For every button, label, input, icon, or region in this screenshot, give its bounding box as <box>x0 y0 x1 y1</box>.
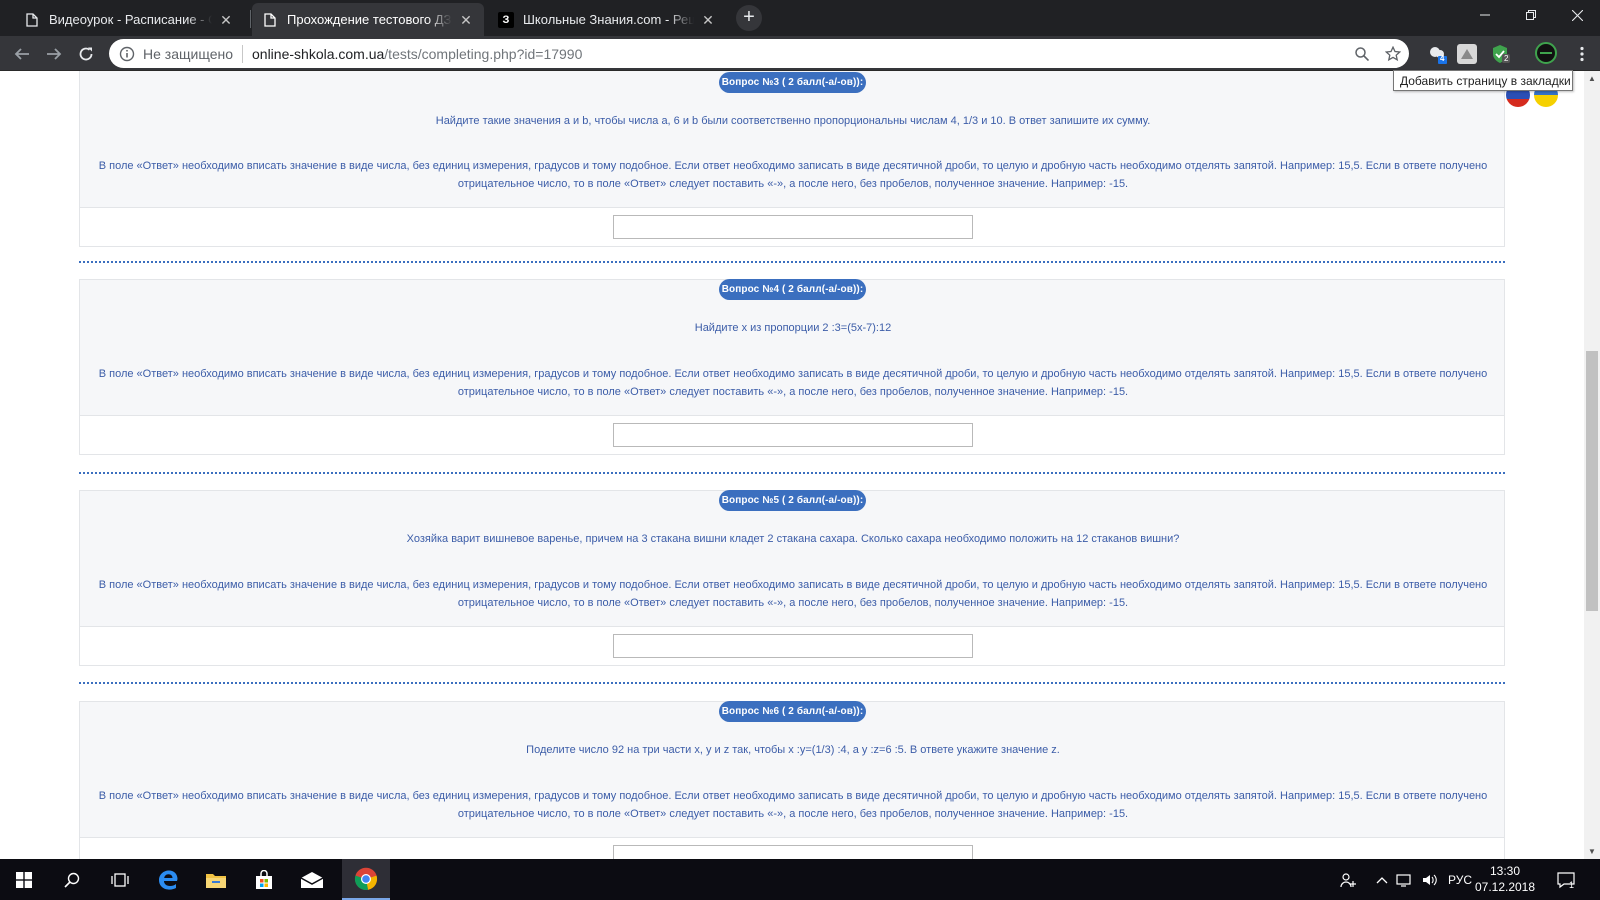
question-divider <box>79 261 1505 263</box>
omnibox-separator <box>242 44 243 63</box>
reload-icon[interactable] <box>72 40 100 68</box>
notification-count: 1 <box>1569 879 1575 890</box>
document-icon <box>262 12 278 28</box>
windows-taskbar: РУС 13:30 07.12.2018 1 <box>0 859 1600 900</box>
question-badge: Вопрос №4 ( 2 балл(-а/-ов)): <box>719 279 866 300</box>
store-icon[interactable] <box>240 859 288 900</box>
input-language[interactable]: РУС <box>1448 859 1472 900</box>
action-center-icon[interactable]: 1 <box>1556 859 1581 900</box>
question-card: Вопрос №6 ( 2 балл(-а/-ов)): Поделите чи… <box>79 701 1505 838</box>
close-window-icon[interactable] <box>1554 0 1600 30</box>
system-clock[interactable]: 13:30 07.12.2018 <box>1472 863 1538 895</box>
task-view-icon[interactable] <box>96 859 144 900</box>
file-explorer-icon[interactable] <box>192 859 240 900</box>
menu-icon[interactable] <box>1568 40 1596 68</box>
page-content: Вопрос №3 ( 2 балл(-а/-ов)): Найдите так… <box>0 71 1584 859</box>
profile-avatar[interactable] <box>1535 42 1557 64</box>
zoom-icon[interactable] <box>1353 45 1371 63</box>
question-card: Вопрос №4 ( 2 балл(-а/-ов)): Найдите x и… <box>79 279 1505 416</box>
forward-icon[interactable] <box>40 40 68 68</box>
document-icon <box>24 12 40 28</box>
shield-badge: 2 <box>1502 54 1511 63</box>
answer-input[interactable] <box>613 215 973 239</box>
question-instruction: В поле «Ответ» необходимо вписать значен… <box>98 790 1488 820</box>
tray-expand-icon[interactable] <box>1376 859 1388 900</box>
tab-test-homework[interactable]: Прохождение тестового ДЗ - Онлайн ✕ <box>252 3 484 36</box>
tab-znanija[interactable]: З Школьные Знания.com - Решаем ✕ <box>488 3 726 36</box>
question-card: Вопрос №3 ( 2 балл(-а/-ов)): Найдите так… <box>79 71 1505 208</box>
answer-input[interactable] <box>613 634 973 658</box>
tab-close-icon[interactable]: ✕ <box>700 12 716 28</box>
question-divider <box>79 682 1505 684</box>
edge-browser-icon[interactable] <box>144 859 192 900</box>
question-text: Найдите такие значения a и b, чтобы числ… <box>435 115 1151 127</box>
bookmark-tooltip: Добавить страницу в закладки <box>1393 70 1573 91</box>
question-text: Поделите число 92 на три части x, y и z … <box>526 744 1060 756</box>
question-card: Вопрос №5 ( 2 балл(-а/-ов)): Хозяйка вар… <box>79 490 1505 627</box>
minimize-window-icon[interactable] <box>1462 0 1508 30</box>
not-secure-label: Не защищено <box>143 45 233 62</box>
weather-extension-icon[interactable]: 4 <box>1426 44 1447 64</box>
question-instruction: В поле «Ответ» необходимо вписать значен… <box>98 579 1488 609</box>
shield-extension-icon[interactable]: 2 <box>1490 44 1511 64</box>
url-path: /tests/completing.php?id=17990 <box>384 45 583 62</box>
network-icon[interactable] <box>1396 859 1414 900</box>
question-badge: Вопрос №6 ( 2 балл(-а/-ов)): <box>719 701 866 722</box>
clock-date: 07.12.2018 <box>1474 880 1536 894</box>
restore-window-icon[interactable] <box>1508 0 1554 30</box>
bookmark-star-icon[interactable] <box>1384 45 1402 63</box>
url-text[interactable]: online-shkola.com.ua/tests/completing.ph… <box>252 46 582 62</box>
volume-icon[interactable] <box>1421 859 1439 900</box>
clock-time: 13:30 <box>1489 864 1521 878</box>
tab-close-icon[interactable]: ✕ <box>218 12 234 28</box>
question-divider <box>79 472 1505 474</box>
question-instruction: В поле «Ответ» необходимо вписать значен… <box>98 368 1488 398</box>
answer-row <box>79 208 1505 247</box>
people-icon[interactable] <box>1340 859 1358 900</box>
answer-input[interactable] <box>613 845 973 859</box>
question-badge: Вопрос №3 ( 2 балл(-а/-ов)): <box>719 72 866 93</box>
search-icon[interactable] <box>48 859 96 900</box>
tab-videourok[interactable]: Видеоурок - Расписание - Онлайн ✕ <box>14 3 244 36</box>
new-tab-button[interactable]: + <box>736 5 762 31</box>
tab-title: Школьные Знания.com - Решаем <box>523 12 694 27</box>
answer-row <box>79 416 1505 455</box>
address-bar[interactable]: Не защищено online-shkola.com.ua/tests/c… <box>109 39 1409 68</box>
answer-row <box>79 838 1505 859</box>
question-text: Найдите x из пропорции 2 :3=(5x-7):12 <box>694 322 892 334</box>
tab-title: Видеоурок - Расписание - Онлайн <box>49 12 212 27</box>
weather-badge: 4 <box>1440 54 1445 63</box>
question-instruction: В поле «Ответ» необходимо вписать значен… <box>98 160 1488 190</box>
scrollbar-thumb[interactable] <box>1586 351 1598 611</box>
question-text: Хозяйка варит вишневое варенье, причем н… <box>406 533 1180 545</box>
answer-input[interactable] <box>613 423 973 447</box>
windows-start-icon[interactable] <box>0 859 48 900</box>
page-scrollbar[interactable]: ▲ ▼ <box>1584 71 1600 859</box>
mail-icon[interactable] <box>288 859 336 900</box>
chrome-taskbar-icon[interactable] <box>342 859 390 900</box>
tab-close-icon[interactable]: ✕ <box>458 12 474 28</box>
tab-separator <box>250 10 251 28</box>
znanija-favicon-icon: З <box>498 11 514 28</box>
tab-title: Прохождение тестового ДЗ - Онлайн <box>287 12 452 27</box>
browser-tab-strip: Видеоурок - Расписание - Онлайн ✕ Прохож… <box>0 0 1600 36</box>
browser-toolbar: Не защищено online-shkola.com.ua/tests/c… <box>0 36 1600 71</box>
url-host: online-shkola.com.ua <box>252 45 385 62</box>
question-badge: Вопрос №5 ( 2 балл(-а/-ов)): <box>719 490 866 511</box>
back-icon[interactable] <box>8 40 36 68</box>
scroll-up-icon[interactable]: ▲ <box>1588 74 1596 83</box>
scroll-down-icon[interactable]: ▼ <box>1588 847 1596 856</box>
answer-row <box>79 627 1505 666</box>
grey-extension-icon[interactable] <box>1457 44 1477 64</box>
info-icon[interactable] <box>119 46 135 62</box>
